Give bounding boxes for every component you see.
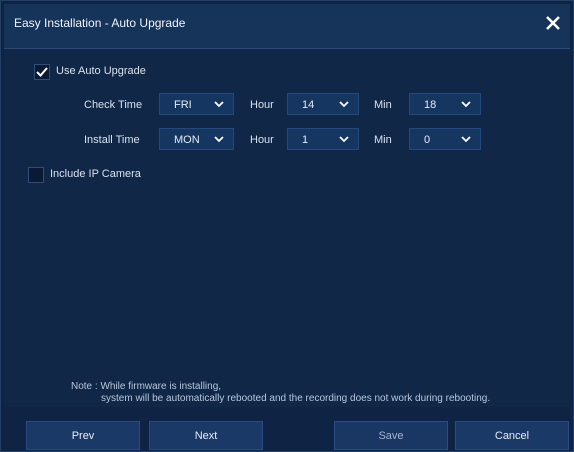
check-time-label: Check Time xyxy=(84,99,143,111)
save-button[interactable]: Save xyxy=(334,421,448,450)
next-button[interactable]: Next xyxy=(149,421,263,450)
check-min-label: Min xyxy=(374,99,392,111)
button-bar: Prev Next Save Cancel xyxy=(4,413,570,451)
close-icon[interactable] xyxy=(544,14,562,32)
use-auto-upgrade-label: Use Auto Upgrade xyxy=(56,65,146,77)
install-day-value: MON xyxy=(174,134,200,146)
check-day-select[interactable]: FRI xyxy=(159,93,234,115)
note-line-2: system will be automatically rebooted an… xyxy=(101,393,491,404)
settings-panel: Use Auto Upgrade Check Time FRI Hour 14 … xyxy=(4,49,570,407)
install-min-label: Min xyxy=(374,134,392,146)
check-day-value: FRI xyxy=(174,99,192,111)
check-hour-select[interactable]: 14 xyxy=(287,93,359,115)
note-line-1: Note : While firmware is installing, xyxy=(71,381,222,392)
install-hour-label: Hour xyxy=(250,134,274,146)
check-min-select[interactable]: 18 xyxy=(409,93,481,115)
title-bar: Easy Installation - Auto Upgrade xyxy=(4,4,570,49)
auto-upgrade-dialog: Easy Installation - Auto Upgrade Use Aut… xyxy=(0,0,574,452)
install-min-select[interactable]: 0 xyxy=(409,128,481,150)
include-ip-camera-label: Include IP Camera xyxy=(50,168,141,180)
check-min-value: 18 xyxy=(424,99,437,111)
install-day-select[interactable]: MON xyxy=(159,128,234,150)
chevron-down-icon xyxy=(339,101,349,108)
dialog-title: Easy Installation - Auto Upgrade xyxy=(14,16,186,30)
checkmark-icon xyxy=(36,67,48,77)
install-time-label: Install Time xyxy=(84,134,140,146)
firmware-note: Note : While firmware is installing, sys… xyxy=(71,381,490,405)
chevron-down-icon xyxy=(339,136,349,143)
use-auto-upgrade-checkbox[interactable] xyxy=(34,64,50,80)
check-hour-label: Hour xyxy=(250,99,274,111)
chevron-down-icon xyxy=(214,136,224,143)
include-ip-camera-checkbox[interactable] xyxy=(28,167,44,183)
install-hour-value: 1 xyxy=(302,134,309,146)
chevron-down-icon xyxy=(461,101,471,108)
install-min-value: 0 xyxy=(424,134,431,146)
cancel-button[interactable]: Cancel xyxy=(455,421,569,450)
install-hour-select[interactable]: 1 xyxy=(287,128,359,150)
check-hour-value: 14 xyxy=(302,99,315,111)
chevron-down-icon xyxy=(214,101,224,108)
prev-button[interactable]: Prev xyxy=(26,421,140,450)
chevron-down-icon xyxy=(461,136,471,143)
